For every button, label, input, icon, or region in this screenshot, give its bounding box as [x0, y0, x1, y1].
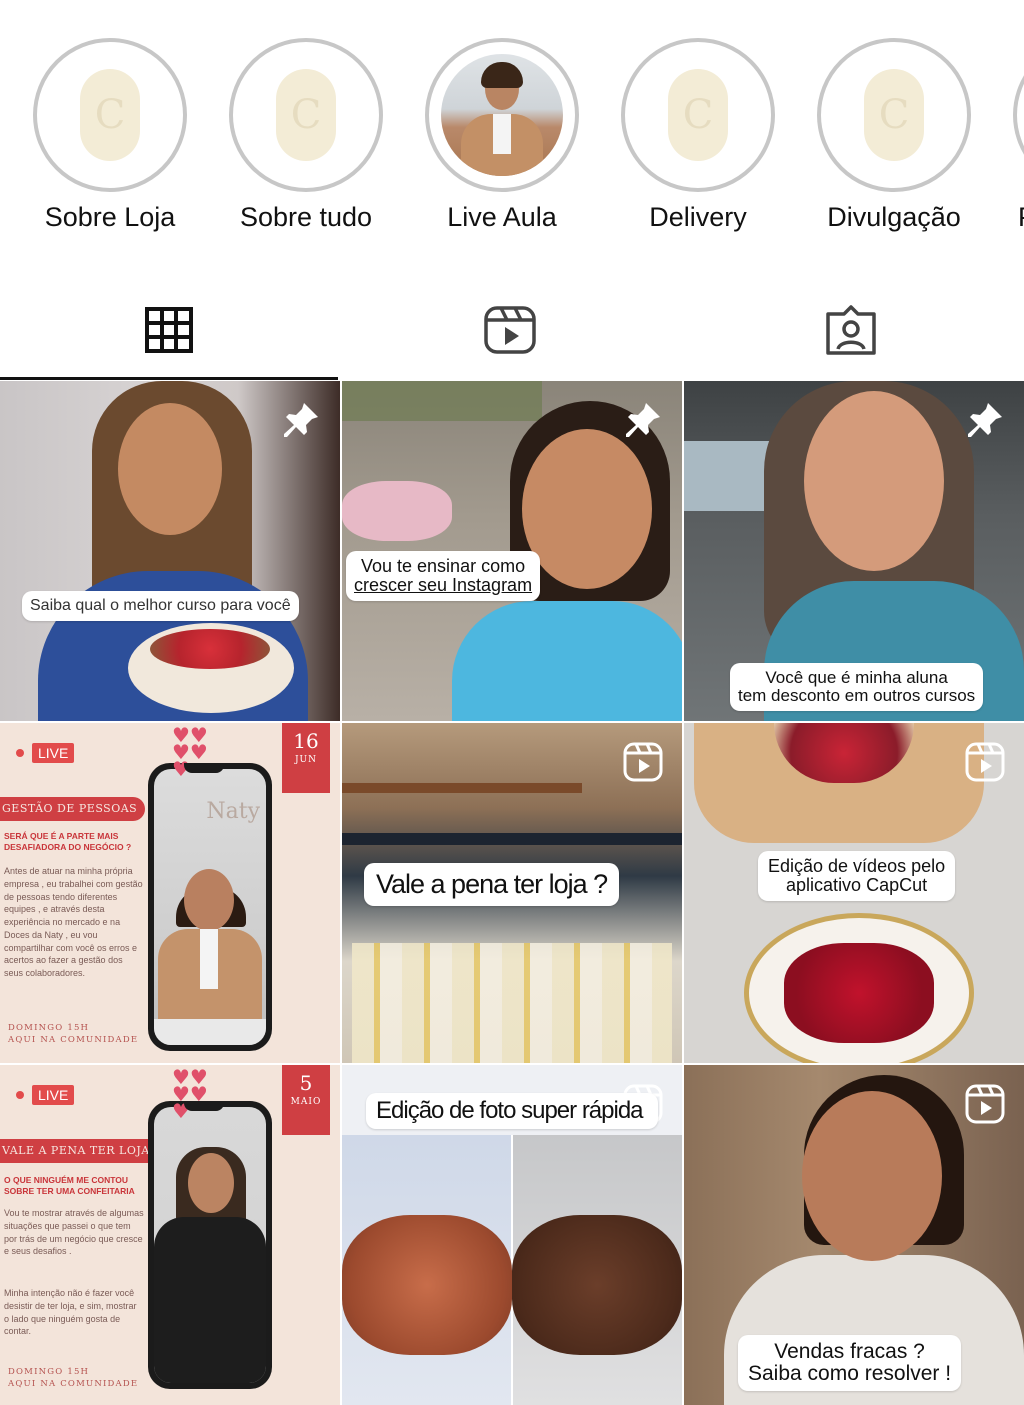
- grid-icon: [145, 307, 193, 353]
- schedule-line: AQUI NA COMUNIDADE: [8, 1378, 139, 1389]
- caption-line: tem desconto em outros cursos: [738, 685, 976, 705]
- highlight-label: Divulgação: [827, 202, 961, 232]
- post-tile[interactable]: Vendas fracas ? Saiba como resolver !: [684, 1065, 1024, 1405]
- date-month: JUN: [294, 755, 318, 765]
- brand-watermark: Naty: [206, 799, 260, 824]
- brand-logo-icon: C: [668, 69, 728, 161]
- profile-tabs: [0, 280, 1024, 380]
- live-badge: LIVE: [32, 743, 75, 763]
- caption-line: Você que é minha aluna: [765, 668, 948, 687]
- highlight-ring: C: [1013, 38, 1024, 192]
- highlight-label: Sobre Loja: [44, 202, 176, 232]
- caption-line: Vendas fracas ?: [774, 1340, 925, 1363]
- live-question: O QUE NINGUÉM ME CONTOU SOBRE TER UMA CO…: [4, 1175, 135, 1196]
- post-tile[interactable]: Saiba qual o melhor curso para você: [0, 381, 340, 721]
- caption-line: crescer seu Instagram: [354, 574, 533, 595]
- live-dot-icon: [16, 1091, 24, 1099]
- tab-posts[interactable]: [0, 280, 338, 380]
- post-tile[interactable]: Você que é minha aluna tem desconto em o…: [684, 381, 1024, 721]
- post-caption: Vendas fracas ? Saiba como resolver !: [738, 1335, 962, 1392]
- phone-mockup: Naty: [148, 763, 272, 1051]
- tagged-user-icon: [826, 305, 876, 355]
- live-description-2: Minha intenção não é fazer você desistir…: [4, 1288, 137, 1337]
- live-topic: VALE A PENA TER LOJA?: [0, 1139, 165, 1163]
- reels-icon: [965, 1084, 1005, 1124]
- highlight-delivery[interactable]: C Delivery: [600, 38, 796, 233]
- date-day: 16: [293, 729, 319, 753]
- tab-tagged[interactable]: [682, 280, 1020, 380]
- highlight-live-aula[interactable]: Live Aula: [404, 38, 600, 233]
- highlight-ring: C: [229, 38, 383, 192]
- highlight-label: Delivery: [649, 202, 747, 232]
- caption-line: aplicativo CapCut: [786, 874, 928, 895]
- post-caption: Você que é minha aluna tem desconto em o…: [730, 663, 984, 711]
- reels-icon: [623, 742, 663, 782]
- highlight-partial[interactable]: C P: [992, 38, 1024, 233]
- date-month: MAIO: [290, 1097, 322, 1107]
- post-tile[interactable]: LIVE 16 JUN GESTÃO DE PESSOAS SERÁ QUE É…: [0, 723, 340, 1063]
- live-dot-icon: [16, 749, 24, 757]
- reels-icon: [965, 742, 1005, 782]
- live-badge: LIVE: [32, 1085, 75, 1105]
- post-tile[interactable]: Edição de vídeos pelo aplicativo CapCut: [684, 723, 1024, 1063]
- highlight-ring: C: [817, 38, 971, 192]
- reels-icon: [484, 306, 536, 354]
- post-caption: Edição de vídeos pelo aplicativo CapCut: [758, 851, 956, 901]
- brand-logo-icon: C: [276, 69, 336, 161]
- schedule-line: DOMINGO 15H: [8, 1023, 90, 1033]
- highlight-divulgacao[interactable]: C Divulgação: [796, 38, 992, 233]
- highlight-ring: C: [621, 38, 775, 192]
- hearts-icon: ♥♥ ♥♥ ♥: [172, 1065, 208, 1123]
- schedule-line: DOMINGO 15H: [8, 1367, 90, 1377]
- pin-icon: [626, 403, 660, 437]
- brand-logo-icon: C: [864, 69, 924, 161]
- brand-logo-icon: C: [80, 69, 140, 161]
- caption-line: Vou te ensinar como: [360, 556, 526, 576]
- posts-grid: Saiba qual o melhor curso para você Vou …: [0, 381, 1024, 1405]
- post-caption: Saiba qual o melhor curso para você: [22, 591, 299, 621]
- caption-line: Edição de vídeos pelo: [768, 856, 946, 876]
- live-question: SERÁ QUE É A PARTE MAIS DESAFIADORA DO N…: [4, 831, 132, 852]
- post-caption: Edição de foto super rápida: [366, 1093, 658, 1129]
- highlight-ring: [425, 38, 579, 192]
- post-caption: Vou te ensinar como crescer seu Instagra…: [346, 551, 541, 601]
- highlight-label: P: [992, 202, 1024, 233]
- post-tile[interactable]: LIVE 5 MAIO VALE A PENA TER LOJA? O QUE …: [0, 1065, 340, 1405]
- highlight-sobre-tudo[interactable]: C Sobre tudo: [208, 38, 404, 233]
- highlight-sobre-loja[interactable]: C Sobre Loja: [12, 38, 208, 233]
- post-tile[interactable]: Edição de foto super rápida: [342, 1065, 682, 1405]
- story-highlights: C Sobre Loja C Sobre tudo Live Aula C De…: [0, 0, 1024, 270]
- highlight-ring: C: [33, 38, 187, 192]
- date-day: 5: [299, 1071, 313, 1095]
- pin-icon: [284, 403, 318, 437]
- live-description: Antes de atuar na minha própria empresa …: [4, 866, 143, 979]
- caption-line: Saiba como resolver !: [748, 1362, 952, 1386]
- phone-mockup: [148, 1101, 272, 1389]
- date-box: 5 MAIO: [282, 1065, 330, 1135]
- live-schedule: DOMINGO 15H AQUI NA COMUNIDADE: [8, 1367, 148, 1391]
- tab-reels[interactable]: [341, 280, 679, 380]
- schedule-line: AQUI NA COMUNIDADE: [8, 1034, 139, 1045]
- live-topic: GESTÃO DE PESSOAS: [0, 797, 146, 821]
- highlight-label: Sobre tudo: [239, 202, 373, 232]
- live-schedule: DOMINGO 15H AQUI NA COMUNIDADE: [8, 1023, 148, 1047]
- date-box: 16 JUN: [282, 723, 330, 793]
- pin-icon: [968, 403, 1002, 437]
- post-tile[interactable]: Vale a pena ter loja ?: [342, 723, 682, 1063]
- live-description: Vou te mostrar através de algumas situaç…: [4, 1208, 144, 1257]
- highlight-photo: [441, 54, 563, 176]
- post-caption: Vale a pena ter loja ?: [364, 863, 620, 906]
- post-tile[interactable]: Vou te ensinar como crescer seu Instagra…: [342, 381, 682, 721]
- highlight-label: Live Aula: [447, 202, 557, 232]
